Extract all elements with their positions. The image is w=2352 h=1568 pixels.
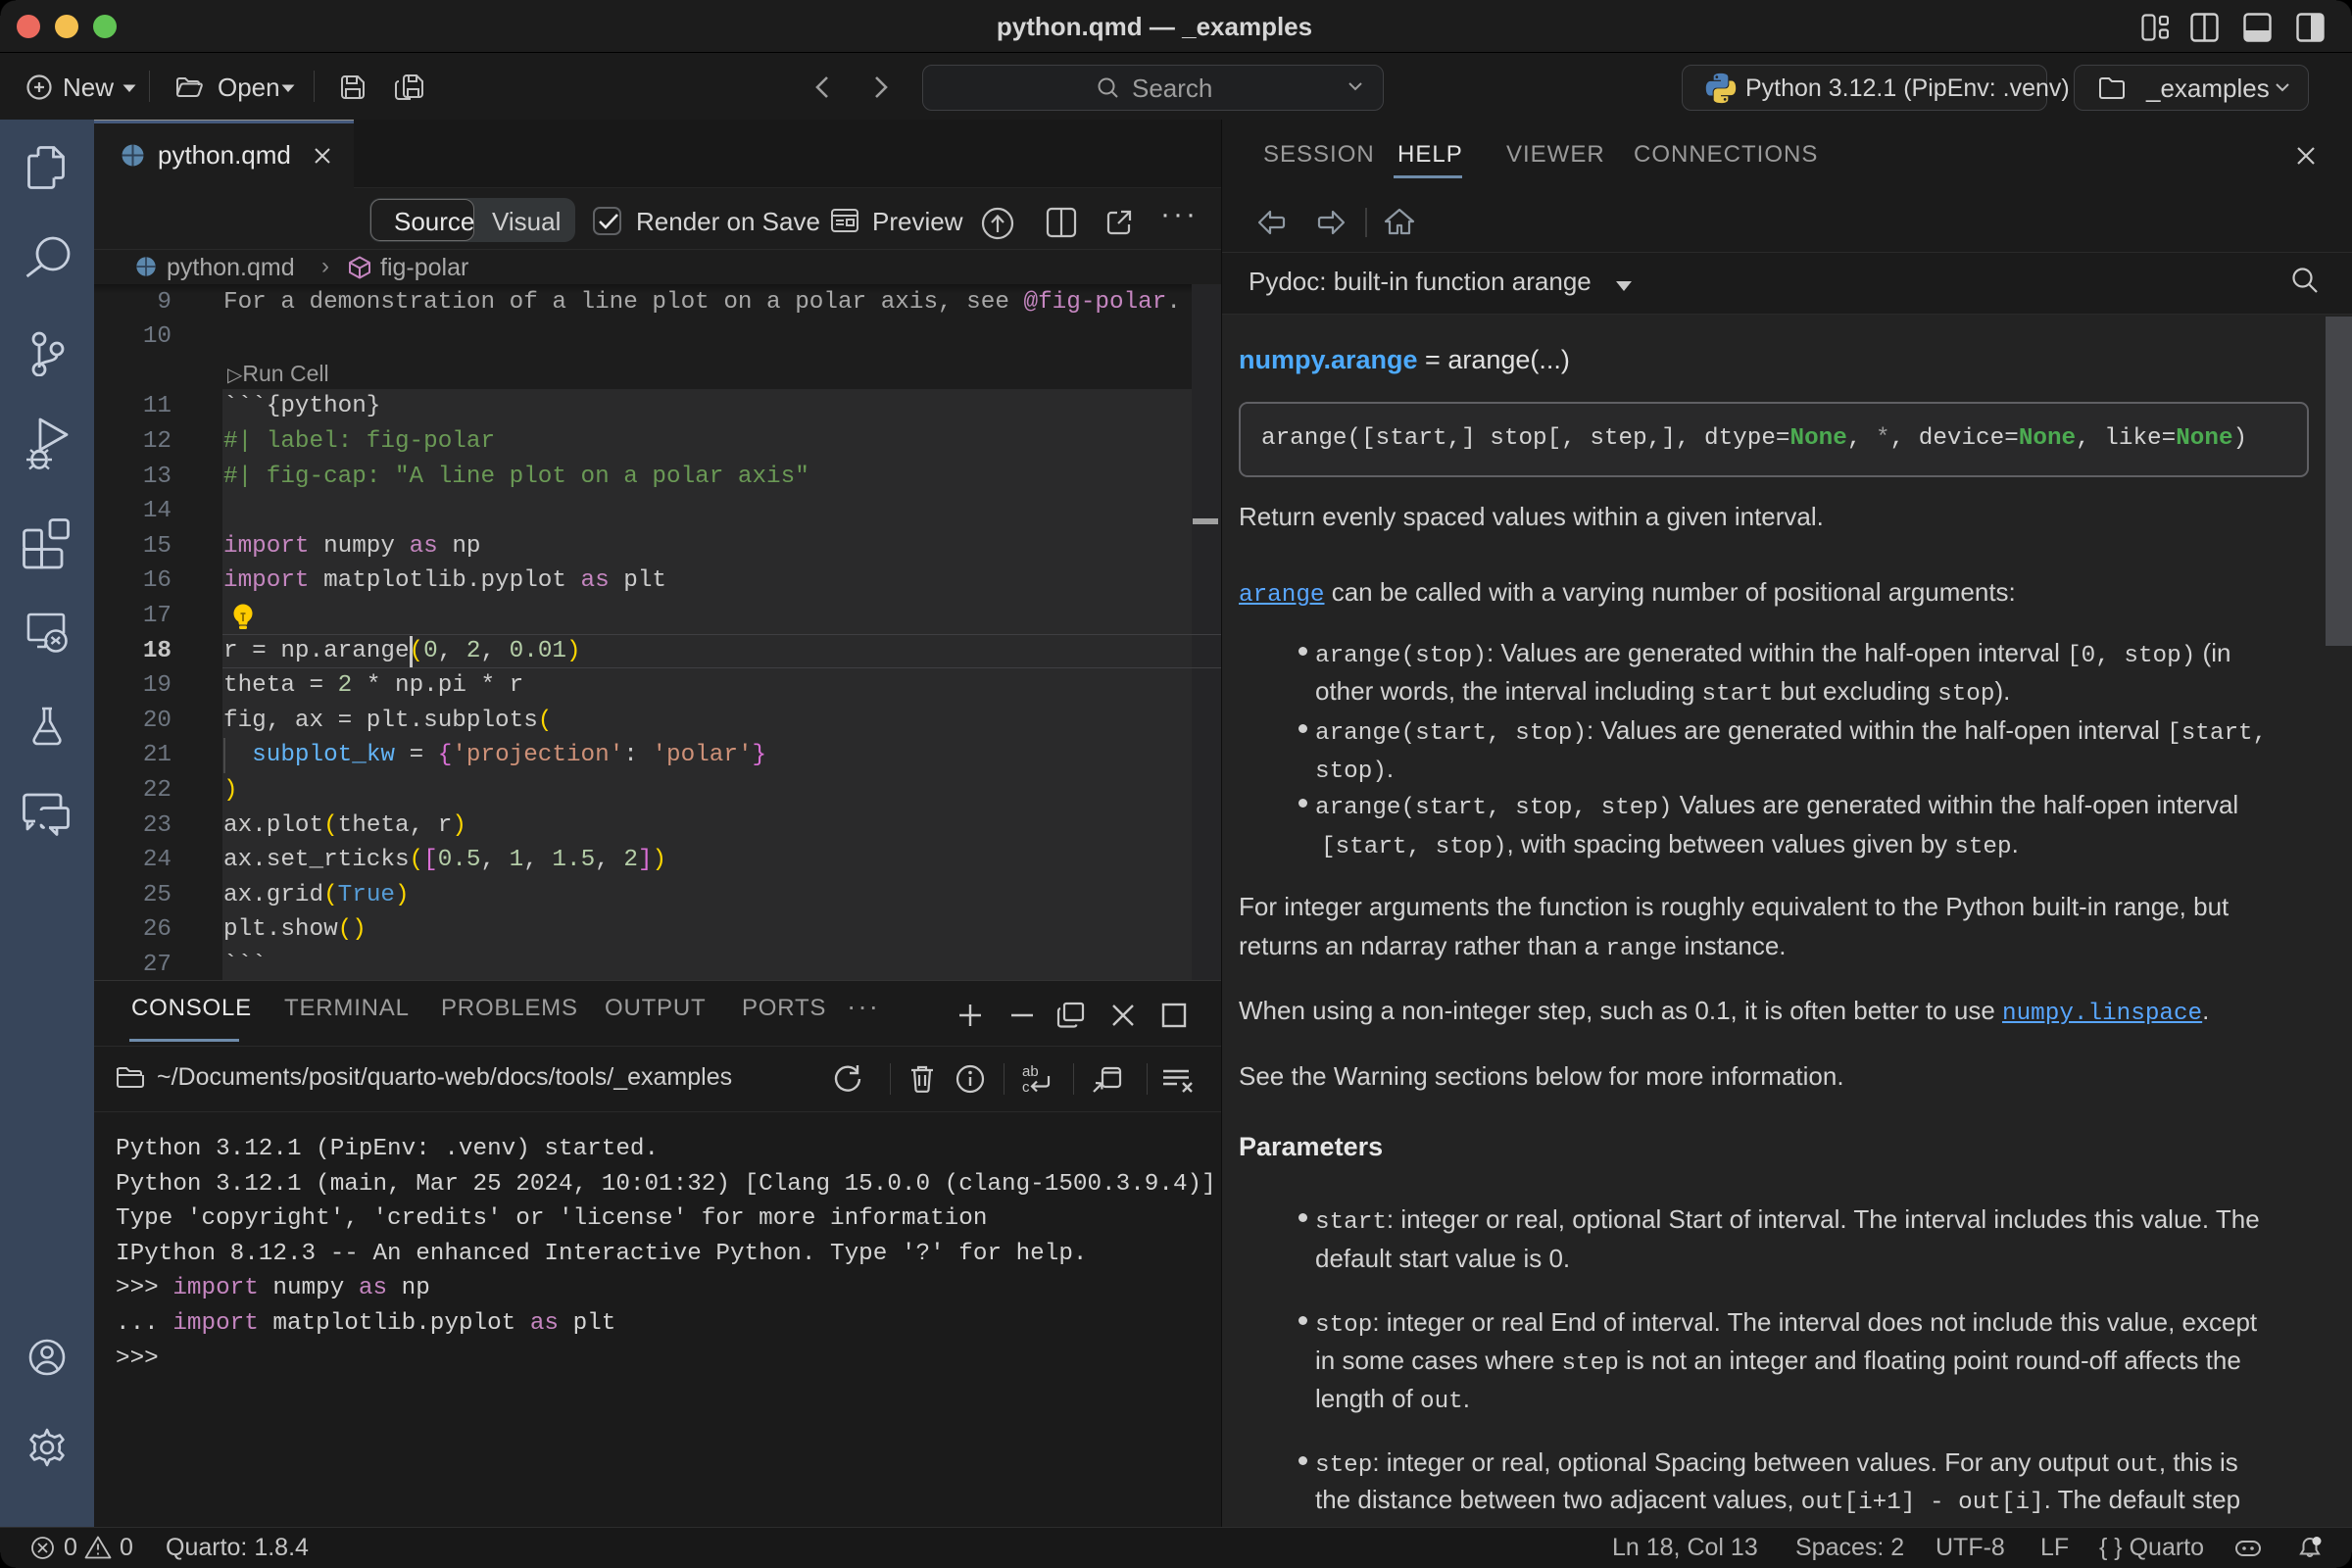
svg-text:ab: ab xyxy=(1022,1063,1039,1080)
svg-text:c: c xyxy=(1022,1079,1030,1095)
